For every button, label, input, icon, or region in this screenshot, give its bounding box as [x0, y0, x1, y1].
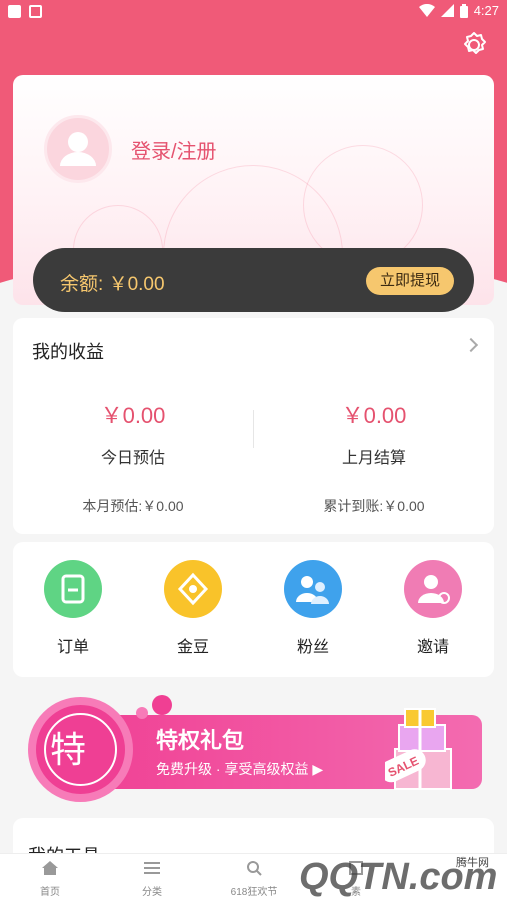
- battery-icon: [459, 3, 468, 18]
- balance-text: 余额: ￥0.00: [60, 269, 165, 296]
- fans-icon: [284, 560, 342, 618]
- decor-dot: [152, 695, 172, 715]
- wifi-icon: [418, 4, 435, 17]
- menu-item-orders[interactable]: 订单: [33, 560, 113, 657]
- balance-label: 余额:: [60, 274, 104, 295]
- badge-text: 特: [50, 729, 87, 770]
- avatar[interactable]: [44, 115, 112, 183]
- decor-circle: [303, 145, 423, 265]
- banner-title: 特权礼包: [156, 728, 245, 753]
- search-icon: [247, 861, 262, 876]
- status-time: 4:27: [473, 3, 499, 18]
- watermark: QQTN.com 腾牛网: [299, 856, 499, 898]
- balance-bar: 余额: ￥0.00 立即提现: [33, 248, 474, 312]
- tab-label: 首页: [40, 887, 60, 898]
- category-icon: [144, 862, 160, 874]
- image-notification-icon: [29, 5, 42, 18]
- menu-item-label: 订单: [56, 639, 89, 656]
- chevron-right-icon[interactable]: [463, 337, 479, 353]
- total-received: 累计到账:￥0.00: [323, 498, 425, 514]
- tab-label: 分类: [142, 887, 162, 898]
- tab-label: 618狂欢节: [230, 887, 278, 898]
- earnings-card: 我的收益 ￥0.00 今日预估 ￥0.00 上月结算 本月预估:￥0.00 累计…: [13, 318, 494, 534]
- menu-item-label: 金豆: [176, 639, 209, 656]
- decor-dot: [136, 707, 148, 719]
- withdraw-button[interactable]: 立即提现: [366, 267, 454, 295]
- earnings-title: 我的收益: [32, 342, 104, 362]
- today-estimate-label: 今日预估: [100, 450, 165, 467]
- signal-icon: [440, 4, 454, 17]
- login-register-link[interactable]: 登录/注册: [131, 135, 217, 164]
- privilege-banner[interactable]: 特 特权礼包 免费升级 · 享受高级权益 ▶ SALE: [28, 695, 483, 804]
- balance-amount: ￥0.00: [108, 274, 165, 295]
- banner-badge: 特: [28, 697, 133, 802]
- tab-home[interactable]: 首页: [0, 860, 100, 898]
- menu-item-label: 邀请: [416, 639, 449, 656]
- menu-item-invite[interactable]: 邀请: [393, 560, 473, 657]
- tab-618-festival[interactable]: 618狂欢节: [204, 860, 304, 898]
- user-icon: [60, 132, 96, 166]
- menu-item-fans[interactable]: 粉丝: [273, 560, 353, 657]
- invite-icon: [404, 560, 462, 618]
- gold-bean-icon: [164, 560, 222, 618]
- order-icon: [44, 560, 102, 618]
- notification-icon: [8, 5, 21, 18]
- settings-icon[interactable]: [459, 30, 489, 60]
- last-month-value: ￥0.00: [341, 403, 407, 428]
- today-estimate: ￥0.00 今日预估: [13, 398, 253, 468]
- menu-item-label: 粉丝: [296, 639, 329, 656]
- today-estimate-value: ￥0.00: [100, 403, 166, 428]
- tab-category[interactable]: 分类: [102, 860, 202, 898]
- month-estimate: 本月预估:￥0.00: [82, 498, 184, 514]
- watermark-site: 腾牛网: [456, 857, 489, 869]
- status-bar: 4:27: [0, 0, 507, 24]
- home-icon: [42, 861, 58, 875]
- last-month-label: 上月结算: [341, 450, 406, 467]
- banner-subtitle: 免费升级 · 享受高级权益 ▶: [156, 761, 324, 777]
- last-month-settlement: ￥0.00 上月结算: [254, 398, 494, 468]
- menu-item-gold-beans[interactable]: 金豆: [153, 560, 233, 657]
- gift-box-icon: SALE: [385, 708, 452, 790]
- menu-grid: 订单 金豆 粉丝 邀请: [13, 542, 494, 677]
